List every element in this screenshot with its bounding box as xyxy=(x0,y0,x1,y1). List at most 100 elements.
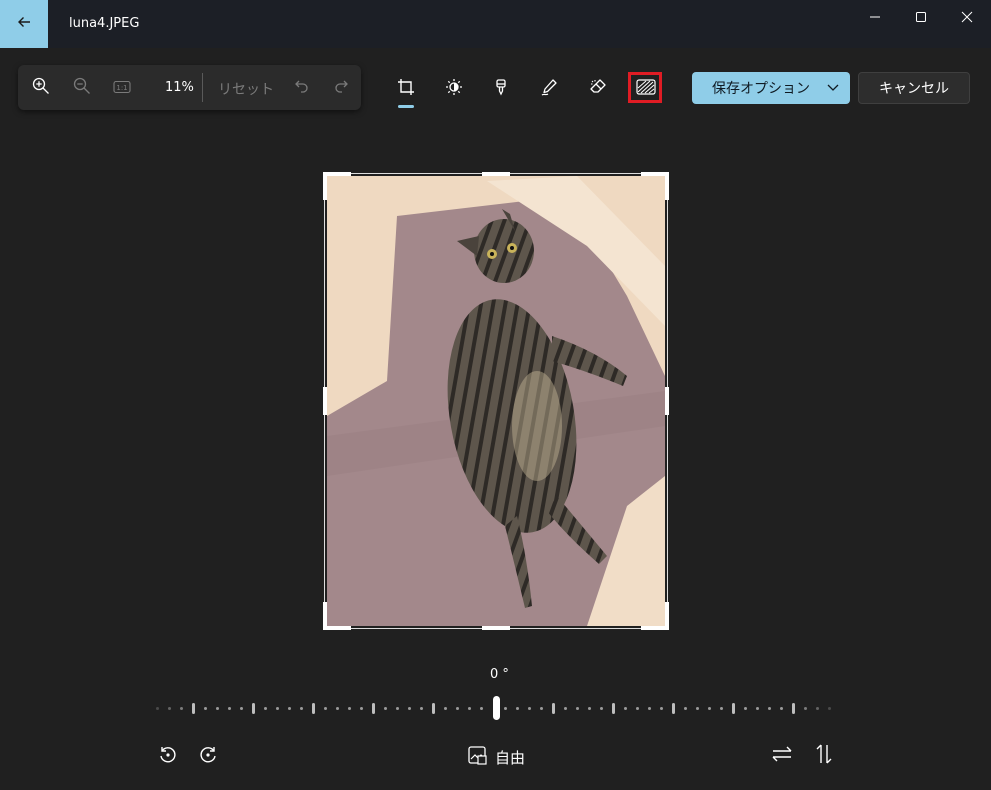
slider-dot xyxy=(516,707,519,710)
redo-icon xyxy=(333,78,349,98)
markup-tool-button[interactable] xyxy=(538,78,560,100)
save-options-button[interactable]: 保存オプション xyxy=(692,72,850,104)
slider-dot xyxy=(216,707,219,710)
slider-tick xyxy=(552,703,555,714)
crop-handle-top-left-vertical[interactable] xyxy=(323,172,327,200)
slider-dot xyxy=(456,707,459,710)
highlight-annotation-box xyxy=(628,72,662,103)
slider-dot xyxy=(816,707,819,710)
crop-handle-bottom[interactable] xyxy=(482,626,510,630)
reset-button[interactable]: リセット xyxy=(218,79,274,99)
actual-size-button[interactable]: 1:1 xyxy=(111,77,133,99)
aspect-ratio-label: 自由 xyxy=(495,748,526,767)
crop-tool-button[interactable] xyxy=(395,78,417,100)
slider-dot xyxy=(624,707,627,710)
slider-tick xyxy=(732,703,735,714)
zoom-toolbar: 1:1 11% リセット xyxy=(18,65,361,110)
back-button[interactable] xyxy=(0,0,48,48)
slider-dot xyxy=(168,707,171,710)
redo-button[interactable] xyxy=(330,77,352,99)
slider-dot xyxy=(780,707,783,710)
slider-dot xyxy=(540,707,543,710)
crop-handle-right[interactable] xyxy=(665,387,669,415)
slider-dot xyxy=(528,707,531,710)
pen-icon xyxy=(540,78,558,100)
minimize-icon xyxy=(869,8,881,27)
crop-icon xyxy=(397,78,415,100)
slider-dot xyxy=(660,707,663,710)
straighten-slider-thumb[interactable] xyxy=(493,696,500,720)
slider-dot xyxy=(276,707,279,710)
slider-dot xyxy=(396,707,399,710)
flip-vertical-button[interactable] xyxy=(812,744,836,768)
rotate-left-button[interactable] xyxy=(156,744,180,768)
slider-tick xyxy=(372,703,375,714)
slider-dot xyxy=(420,707,423,710)
slider-tick xyxy=(792,703,795,714)
crop-frame[interactable] xyxy=(324,173,668,629)
crop-handle-top[interactable] xyxy=(482,172,510,176)
erase-tool-button[interactable] xyxy=(587,78,609,100)
close-icon xyxy=(961,8,973,27)
crop-handle-left[interactable] xyxy=(323,387,327,415)
slider-tick xyxy=(312,703,315,714)
slider-dot xyxy=(708,707,711,710)
filter-tool-button[interactable] xyxy=(490,78,512,100)
cancel-button[interactable]: キャンセル xyxy=(858,72,970,104)
slider-tick xyxy=(612,703,615,714)
selected-tool-indicator xyxy=(398,105,414,108)
maximize-button[interactable] xyxy=(898,0,944,34)
crop-handle-bottom-left-vertical[interactable] xyxy=(323,602,327,630)
crop-handle-top-left[interactable] xyxy=(323,172,351,176)
slider-dot xyxy=(648,707,651,710)
chevron-down-icon xyxy=(826,80,840,98)
straighten-slider[interactable] xyxy=(150,696,840,722)
slider-dot xyxy=(240,707,243,710)
slider-dot xyxy=(744,707,747,710)
rotate-left-icon xyxy=(158,744,178,768)
eraser-icon xyxy=(589,78,607,100)
zoom-in-button[interactable] xyxy=(30,77,52,99)
toolbar-divider xyxy=(202,73,203,102)
slider-dot xyxy=(264,707,267,710)
crop-handle-bottom-right-vertical[interactable] xyxy=(665,602,669,630)
slider-dot xyxy=(588,707,591,710)
crop-handle-top-right-vertical[interactable] xyxy=(665,172,669,200)
slider-dot xyxy=(756,707,759,710)
zoom-level: 11% xyxy=(165,80,194,95)
slider-dot xyxy=(684,707,687,710)
close-button[interactable] xyxy=(944,0,990,34)
aspect-ratio-button[interactable]: 自由 xyxy=(467,745,525,769)
rotate-right-button[interactable] xyxy=(196,744,220,768)
title-bar: luna4.JPEG xyxy=(0,0,991,48)
slider-dot xyxy=(768,707,771,710)
crop-handle-bottom-left[interactable] xyxy=(323,626,351,630)
aspect-ratio-icon xyxy=(467,745,487,769)
zoom-out-button[interactable] xyxy=(71,77,93,99)
minimize-button[interactable] xyxy=(852,0,898,34)
flip-horizontal-icon xyxy=(771,744,793,768)
flip-horizontal-button[interactable] xyxy=(770,744,794,768)
slider-dot xyxy=(444,707,447,710)
slider-dot xyxy=(480,707,483,710)
slider-dot xyxy=(804,707,807,710)
zoom-in-icon xyxy=(32,77,50,99)
slider-tick xyxy=(672,703,675,714)
adjust-tool-button[interactable] xyxy=(443,78,465,100)
slider-dot xyxy=(564,707,567,710)
brightness-icon xyxy=(445,78,463,100)
slider-tick xyxy=(432,703,435,714)
svg-text:1:1: 1:1 xyxy=(116,84,127,92)
slider-dot xyxy=(384,707,387,710)
undo-button[interactable] xyxy=(291,77,313,99)
slider-dot xyxy=(324,707,327,710)
slider-dot xyxy=(696,707,699,710)
slider-dot xyxy=(720,707,723,710)
flip-vertical-icon xyxy=(814,743,834,769)
maximize-icon xyxy=(915,8,927,27)
actual-size-icon: 1:1 xyxy=(113,79,131,98)
slider-dot xyxy=(180,707,183,710)
slider-dot xyxy=(600,707,603,710)
filter-icon xyxy=(492,78,510,100)
slider-dot xyxy=(360,707,363,710)
